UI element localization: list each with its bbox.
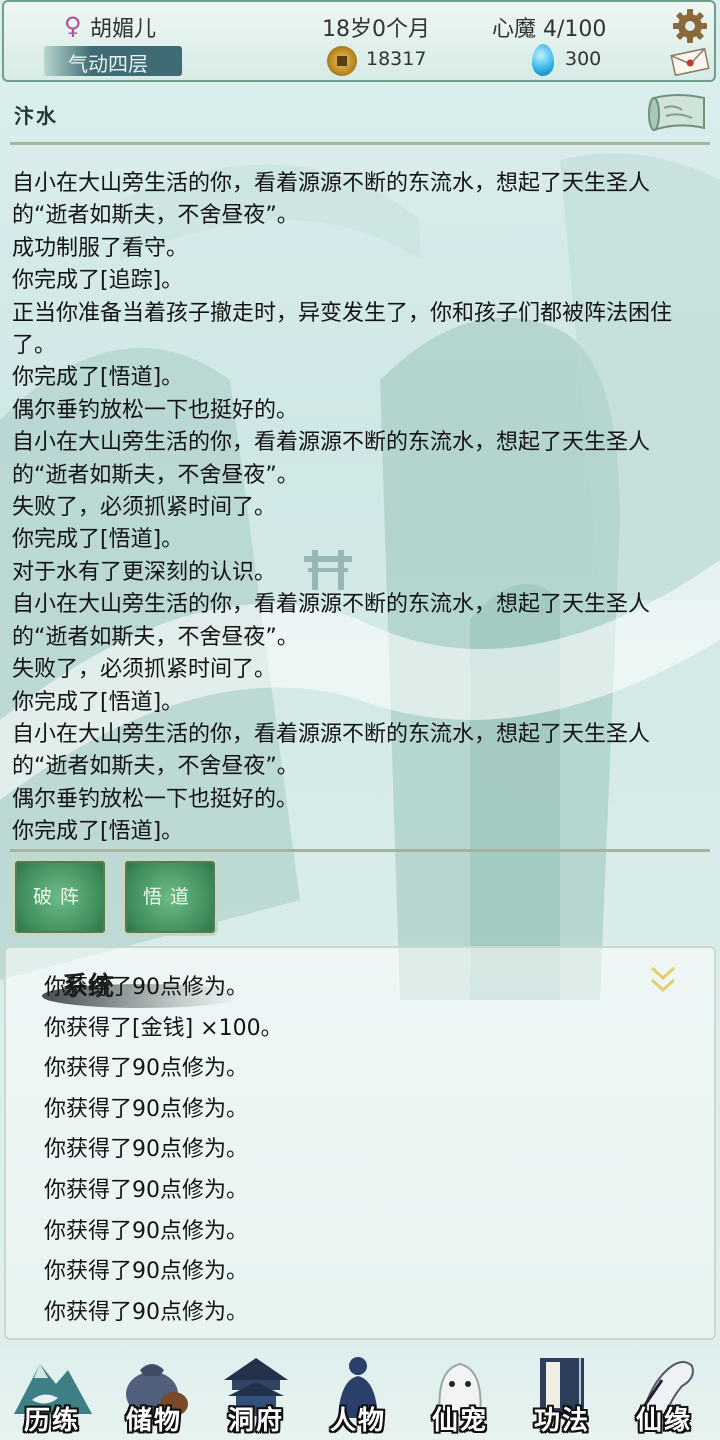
system-message: 你获得了90点修为。	[44, 1177, 248, 1203]
system-message: 你获得了90点修为。	[44, 1299, 248, 1325]
mail-icon[interactable]	[670, 48, 710, 76]
story-line: 自小在大山旁生活的你，看着源源不断的东流水，想起了天生圣人的“逝者如斯夫，不舍昼…	[12, 721, 651, 780]
system-message: 你获得了90点修为。	[44, 1137, 248, 1163]
story-line: 自小在大山旁生活的你，看着源源不断的东流水，想起了天生圣人的“逝者如斯夫，不舍昼…	[12, 430, 651, 488]
system-message: 你获得了90点修为。	[44, 1218, 248, 1244]
system-message: 你获得了90点修为。	[44, 975, 248, 1000]
map-scroll-icon[interactable]	[648, 92, 710, 136]
character-age: 18岁0个月	[322, 17, 430, 42]
story-line: 你完成了[悟道]。	[12, 819, 184, 845]
realm-label: 气动四层	[68, 52, 148, 76]
spirit-stone-icon	[532, 44, 554, 76]
coin-count: 18317	[366, 48, 427, 70]
story-line: 偶尔垂钓放松一下也挺好的。	[12, 397, 299, 423]
nav-label: 功法	[533, 1406, 590, 1436]
nav-item-5[interactable]: 仙宠	[410, 1340, 510, 1440]
spirit-stone-count: 300	[565, 48, 602, 70]
system-message-list[interactable]: 你获得了90点修为。 你获得了[金钱] ×100。 你获得了90点修为。 你获得了90…	[44, 968, 684, 1333]
nav-label: 人物	[329, 1406, 386, 1436]
coin-icon	[327, 46, 357, 76]
system-panel: 系统 你获得了90点修为。 你获得了[金钱] ×100。 你获得了90点修为。 你获得…	[4, 946, 716, 1340]
story-line: 自小在大山旁生活的你，看着源源不断的东流水，想起了天生圣人的“逝者如斯夫，不舍昼…	[12, 171, 651, 229]
break-array-button[interactable]: 破阵	[12, 858, 108, 936]
status-header: ♀ 胡媚儿 18岁0个月 心魔 4/100 气动四层 18317 300	[2, 0, 716, 82]
system-message: 你获得了90点修为。	[44, 1096, 248, 1122]
nav-label: 仙宠	[431, 1406, 488, 1436]
gear-icon[interactable]	[672, 8, 708, 44]
nav-label: 洞府	[227, 1406, 284, 1436]
story-line: 你完成了[悟道]。	[12, 527, 184, 553]
divider-bottom	[10, 849, 710, 852]
story-line: 你完成了[追踪]。	[12, 268, 184, 294]
character-name: 胡媚儿	[90, 17, 157, 42]
location-title: 汴水	[14, 104, 58, 128]
bottom-nav: 历练 储物 洞府 人物 仙宠 功法 仙缘	[0, 1340, 720, 1440]
enlighten-button[interactable]: 悟道	[122, 858, 218, 936]
story-line: 自小在大山旁生活的你，看着源源不断的东流水，想起了天生圣人的“逝者如斯夫，不舍昼…	[12, 592, 651, 650]
divider-top	[10, 142, 710, 145]
system-message: 你获得了[金钱] ×100。	[44, 1015, 283, 1041]
story-line: 对于水有了更深刻的认识。	[12, 559, 277, 585]
story-line: 失败了，必须抓紧时间了。	[12, 657, 277, 683]
story-log: 自小在大山旁生活的你，看着源源不断的东流水，想起了天生圣人的“逝者如斯夫，不舍昼…	[12, 168, 702, 849]
story-line: 你完成了[悟道]。	[12, 689, 184, 715]
nav-label: 储物	[125, 1406, 182, 1436]
story-line: 你完成了[悟道]。	[12, 365, 184, 391]
heart-demon-value: 心魔 4/100	[492, 17, 607, 42]
story-line: 偶尔垂钓放松一下也挺好的。	[12, 786, 299, 812]
nav-item-2[interactable]: 储物	[104, 1340, 204, 1440]
system-message: 你获得了90点修为。	[44, 1056, 248, 1082]
female-icon: ♀	[64, 12, 82, 40]
nav-item-6[interactable]: 功法	[512, 1340, 612, 1440]
story-line: 正当你准备当着孩子撤走时，异变发生了，你和孩子们都被阵法困住了。	[12, 300, 673, 359]
story-line: 失败了，必须抓紧时间了。	[12, 495, 277, 521]
story-line: 成功制服了看守。	[12, 235, 189, 261]
system-message: 你获得了90点修为。	[44, 1259, 248, 1285]
realm-badge: 气动四层	[44, 46, 182, 76]
nav-item-1[interactable]: 历练	[2, 1340, 102, 1440]
nav-item-7[interactable]: 仙缘	[614, 1340, 714, 1440]
nav-label: 历练	[23, 1406, 80, 1436]
nav-item-4[interactable]: 人物	[308, 1340, 408, 1440]
nav-item-3[interactable]: 洞府	[206, 1340, 306, 1440]
nav-label: 仙缘	[635, 1406, 692, 1436]
